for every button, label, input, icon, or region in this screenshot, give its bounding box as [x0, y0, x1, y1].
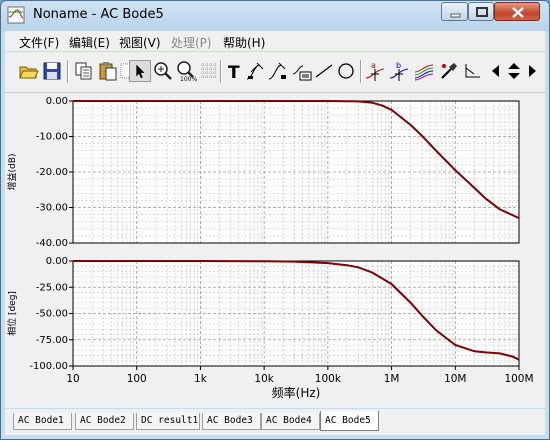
y-tick-label: -100.00 — [29, 361, 68, 372]
probe-icon[interactable] — [437, 60, 459, 82]
close-button[interactable] — [494, 2, 540, 21]
y-tick-label: -30.00 — [36, 203, 68, 214]
tab-ac-bode2[interactable]: AC Bode2 — [75, 413, 134, 430]
menu-help[interactable]: 帮助(H) — [223, 34, 265, 51]
save-icon[interactable] — [41, 60, 63, 82]
cursor-left-icon[interactable] — [245, 60, 267, 82]
circle-tool-icon[interactable] — [335, 60, 357, 82]
step-icon[interactable] — [462, 60, 484, 82]
maximize-button[interactable] — [468, 2, 494, 21]
x-tick-label: 1k — [194, 373, 208, 385]
y-tick-label: -25.00 — [36, 282, 68, 293]
app-icon — [7, 6, 25, 24]
x-axis-label: 频率(Hz) — [272, 385, 321, 400]
svg-text:a: a — [371, 61, 376, 70]
toolbar-separator — [67, 60, 69, 83]
menu-bar: 文件(F) 编辑(E) 视图(V) 处理(P) 帮助(H) — [5, 31, 545, 51]
text-tool-icon[interactable]: T — [224, 60, 246, 82]
x-tick-label: 10k — [254, 373, 274, 385]
toolbar-separator — [360, 60, 362, 83]
window-title: Noname - AC Bode5 — [33, 7, 164, 22]
menu-file[interactable]: 文件(F) — [19, 34, 59, 51]
zoom-100-icon[interactable]: 100% — [175, 60, 197, 82]
cursor-b-icon[interactable]: b — [388, 60, 410, 82]
close-icon — [512, 7, 524, 18]
tab-ac-bode5[interactable]: AC Bode5 — [320, 411, 379, 431]
y-axis-label: 增益(dB) — [6, 154, 18, 191]
y-axis-label: 相位 [deg] — [6, 291, 18, 336]
y-tick-label: -20.00 — [36, 167, 68, 178]
tab-ac-bode4[interactable]: AC Bode4 — [261, 413, 320, 430]
bode-plots[interactable]: 0.00 -10.00 -20.00 -30.00 -40.00 增益(dB) 0.00 -2… — [5, 93, 545, 408]
application-window: Noname - AC Bode5 文件(F) 编辑(E) 视图(V) 处理(P… — [0, 0, 550, 440]
menu-process[interactable]: 处理(P) — [171, 34, 212, 51]
tab-dc-result1[interactable]: DC result1 — [136, 413, 200, 430]
zoom-in-icon[interactable] — [152, 60, 174, 82]
svg-text:b: b — [396, 61, 401, 70]
title-bar[interactable]: Noname - AC Bode5 — [1, 1, 549, 29]
plot-area: 0.00 -10.00 -20.00 -30.00 -40.00 增益(dB) 0.00 -2… — [5, 93, 545, 408]
line-tool-icon[interactable] — [313, 60, 335, 82]
x-tick-label: 100M — [504, 373, 533, 385]
minimize-icon — [450, 13, 461, 18]
pointer-button[interactable] — [129, 60, 151, 82]
x-tick-label: 100k — [315, 373, 342, 385]
menu-edit[interactable]: 编辑(E) — [69, 34, 110, 51]
minimize-button[interactable] — [441, 2, 468, 21]
note-icon[interactable] — [291, 60, 313, 82]
tab-ac-bode1[interactable]: AC Bode1 — [13, 413, 72, 430]
y-tick-label: 0.00 — [46, 96, 68, 107]
tab-bar: AC Bode1 AC Bode2 DC result1 AC Bode3 AC… — [5, 409, 545, 435]
grid-toggle-icon[interactable] — [198, 60, 220, 82]
paste-icon[interactable] — [97, 60, 119, 82]
x-tick-label: 100 — [127, 373, 147, 385]
x-tick-label: 10 — [66, 373, 79, 385]
curve-colors-icon[interactable] — [413, 60, 435, 82]
cursor-a-icon[interactable]: a — [364, 60, 386, 82]
svg-text:100%: 100% — [180, 76, 197, 82]
tab-ac-bode3[interactable]: AC Bode3 — [202, 413, 261, 430]
x-tick-label: 1M — [384, 373, 400, 385]
toolbar: 100% T a b — [5, 52, 545, 93]
pointer-icon — [136, 64, 145, 79]
y-tick-label: -10.00 — [36, 132, 68, 143]
y-tick-label: -50.00 — [36, 309, 68, 320]
next-icon[interactable] — [521, 60, 543, 82]
maximize-icon — [476, 7, 488, 17]
open-folder-icon[interactable] — [17, 60, 39, 82]
toolbar-separator — [220, 60, 222, 83]
menu-view[interactable]: 视图(V) — [119, 34, 161, 51]
cursor-right-icon[interactable] — [267, 60, 289, 82]
y-tick-label: -75.00 — [36, 335, 68, 346]
copy-icon[interactable] — [73, 60, 95, 82]
y-tick-label: 0.00 — [46, 256, 68, 267]
x-tick-label: 10M — [444, 373, 466, 385]
svg-text:T: T — [228, 63, 240, 82]
y-tick-label: -40.00 — [36, 238, 68, 249]
